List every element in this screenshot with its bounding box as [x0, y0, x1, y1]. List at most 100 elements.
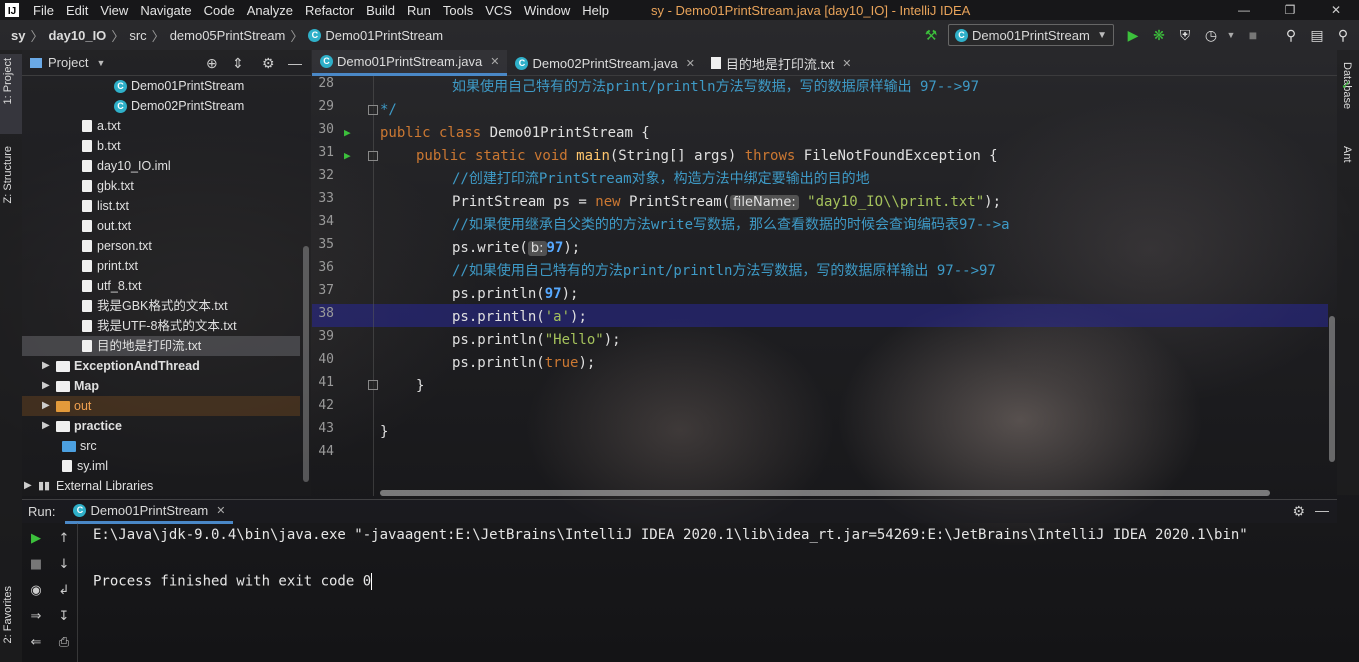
menu-help[interactable]: Help — [576, 3, 615, 18]
project-scrollbar[interactable] — [303, 246, 309, 482]
breadcrumb-separator-icon: 〉 — [111, 28, 125, 44]
tree-item-exception-folder[interactable]: ▶ ExceptionAndThread — [22, 356, 300, 376]
tree-item-utf8-text[interactable]: 我是UTF-8格式的文本.txt — [22, 316, 300, 336]
tab-destination-txt[interactable]: 目的地是打印流.txt ✕ — [703, 50, 860, 76]
ant-tool-tab[interactable]: Ant — [1341, 146, 1353, 163]
minimize-icon[interactable]: — — [1221, 0, 1267, 20]
chevron-right-icon[interactable]: ▶ — [42, 356, 56, 376]
tree-item-practice-folder[interactable]: ▶ practice — [22, 416, 300, 436]
scroll-to-end-icon[interactable]: ↧ — [56, 609, 72, 625]
tree-item-out-folder[interactable]: ▶ out — [22, 396, 300, 416]
chevron-right-icon[interactable]: ▶ — [42, 376, 56, 396]
debug-icon[interactable]: ❋ — [1150, 26, 1168, 44]
chevron-down-icon[interactable]: ▼ — [96, 58, 105, 68]
gear-icon[interactable]: ⚙ — [262, 55, 275, 72]
chevron-down-icon[interactable]: ▼ — [1222, 26, 1240, 44]
menu-code[interactable]: Code — [198, 3, 241, 18]
run-icon[interactable]: ▶ — [1124, 26, 1142, 44]
tab-demo01[interactable]: C Demo01PrintStream.java ✕ — [312, 50, 508, 76]
run-gutter-icon[interactable]: ▶ — [344, 149, 351, 162]
fold-icon[interactable] — [368, 151, 378, 161]
menu-view[interactable]: View — [94, 3, 134, 18]
tree-item-print-txt[interactable]: print.txt — [22, 256, 300, 276]
soft-wrap-icon[interactable]: ↲ — [56, 583, 72, 599]
editor-horizontal-scrollbar[interactable] — [380, 490, 1270, 496]
project-tool-tab[interactable]: 1: Project — [2, 58, 14, 104]
menu-file[interactable]: File — [27, 3, 60, 18]
code-string: "day10_IO\\print.txt" — [807, 194, 985, 210]
tree-item-src-folder[interactable]: src — [22, 436, 300, 456]
search-icon[interactable]: ⚲ — [1334, 26, 1352, 44]
menu-run[interactable]: Run — [401, 3, 437, 18]
tree-item-gbk-txt[interactable]: gbk.txt — [22, 176, 300, 196]
editor-vertical-scrollbar[interactable] — [1329, 316, 1335, 462]
run-tab[interactable]: C Demo01PrintStream ✕ — [65, 500, 234, 524]
menu-navigate[interactable]: Navigate — [134, 3, 197, 18]
menu-tools[interactable]: Tools — [437, 3, 479, 18]
fold-icon[interactable] — [368, 105, 378, 115]
rerun-icon[interactable]: ▶ — [28, 531, 44, 547]
structure-tool-tab[interactable]: Z: Structure — [2, 146, 14, 203]
tree-item-gbk-text[interactable]: 我是GBK格式的文本.txt — [22, 296, 300, 316]
tree-item-demo01[interactable]: C Demo01PrintStream — [22, 76, 300, 96]
chevron-right-icon[interactable]: ▶ — [24, 476, 38, 496]
tree-item-sy-iml[interactable]: sy.iml — [22, 456, 300, 476]
exit-icon[interactable]: ⇐ — [28, 635, 44, 651]
run-console[interactable]: E:\Java\jdk-9.0.4\bin\java.exe "-javaage… — [80, 523, 1337, 662]
hide-panel-icon[interactable]: — — [1315, 502, 1329, 518]
tree-item-iml[interactable]: day10_IO.iml — [22, 156, 300, 176]
close-icon[interactable]: ✕ — [216, 504, 225, 517]
login-icon[interactable]: ⇒ — [28, 609, 44, 625]
chevron-right-icon[interactable]: ▶ — [42, 416, 56, 436]
restore-icon[interactable]: ❐ — [1267, 0, 1313, 20]
hide-panel-icon[interactable]: — — [288, 55, 302, 71]
tree-item-utf8-txt[interactable]: utf_8.txt — [22, 276, 300, 296]
arrow-up-icon[interactable]: ↑ — [56, 531, 72, 547]
tree-item-list-txt[interactable]: list.txt — [22, 196, 300, 216]
camera-icon[interactable]: ◉ — [28, 583, 44, 599]
tree-item-out-txt[interactable]: out.txt — [22, 216, 300, 236]
collapse-all-icon[interactable]: ⇕ — [232, 55, 244, 72]
tree-item-b-txt[interactable]: b.txt — [22, 136, 300, 156]
code-editor[interactable]: 28 29 30 31 32 33 34 35 36 37 38 39 40 4… — [312, 76, 1337, 496]
fold-icon[interactable] — [368, 380, 378, 390]
tree-item-destination-txt[interactable]: 目的地是打印流.txt — [22, 336, 300, 356]
breadcrumb-class[interactable]: C Demo01PrintStream — [305, 28, 446, 43]
close-icon[interactable]: ✕ — [1313, 0, 1359, 20]
tree-item-a-txt[interactable]: a.txt — [22, 116, 300, 136]
stop-icon[interactable]: ■ — [1244, 26, 1262, 44]
tab-demo02[interactable]: C Demo02PrintStream.java ✕ — [507, 50, 702, 76]
favorites-tool-tab[interactable]: 2: Favorites — [2, 586, 14, 643]
profile-icon[interactable]: ◷ — [1202, 26, 1220, 44]
build-hammer-icon[interactable]: ⚒ — [922, 26, 940, 44]
tree-item-demo02[interactable]: C Demo02PrintStream — [22, 96, 300, 116]
close-icon[interactable]: ✕ — [686, 57, 695, 70]
tree-item-external-libraries[interactable]: ▶ ▮▮ External Libraries — [22, 476, 300, 496]
breadcrumb-src[interactable]: src — [126, 28, 149, 43]
run-gutter-icon[interactable]: ▶ — [344, 126, 351, 139]
chevron-right-icon[interactable]: ▶ — [42, 396, 56, 416]
layout-icon[interactable]: ▤ — [1308, 26, 1326, 44]
tree-item-person-txt[interactable]: person.txt — [22, 236, 300, 256]
breadcrumb-module[interactable]: day10_IO — [45, 28, 109, 43]
gear-icon[interactable]: ⚙ — [1292, 503, 1305, 520]
menu-analyze[interactable]: Analyze — [241, 3, 299, 18]
breadcrumb-sy[interactable]: sy — [8, 28, 28, 43]
menu-build[interactable]: Build — [360, 3, 401, 18]
close-icon[interactable]: ✕ — [490, 55, 499, 68]
tree-item-map-folder[interactable]: ▶ Map — [22, 376, 300, 396]
arrow-down-icon[interactable]: ↓ — [56, 557, 72, 573]
print-icon[interactable]: ⎙ — [56, 635, 72, 651]
breadcrumb-package[interactable]: demo05PrintStream — [167, 28, 289, 43]
coverage-icon[interactable]: ⛨ — [1176, 26, 1194, 44]
locate-icon[interactable]: ⊕ — [206, 55, 218, 72]
project-view-select[interactable]: Project — [48, 55, 88, 70]
menu-edit[interactable]: Edit — [60, 3, 94, 18]
menu-vcs[interactable]: VCS — [479, 3, 518, 18]
stop-icon[interactable]: ■ — [28, 557, 44, 573]
run-configuration-select[interactable]: C Demo01PrintStream ▼ — [948, 24, 1114, 46]
menu-refactor[interactable]: Refactor — [299, 3, 360, 18]
search-everywhere-icon[interactable]: ⚲ — [1282, 26, 1300, 44]
close-icon[interactable]: ✕ — [842, 57, 851, 70]
menu-window[interactable]: Window — [518, 3, 576, 18]
